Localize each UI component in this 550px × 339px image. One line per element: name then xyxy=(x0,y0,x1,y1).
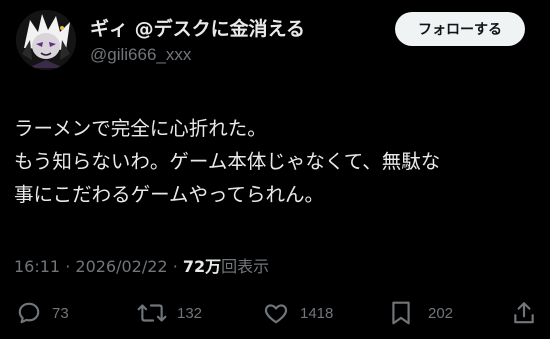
avatar-illustration xyxy=(16,10,76,70)
views-label: 回表示 xyxy=(221,257,270,276)
tweet-time[interactable]: 16:11 xyxy=(14,257,60,276)
tweet-line: ラーメンで完全に心折れた。 xyxy=(14,117,267,140)
bookmark-icon xyxy=(392,301,410,325)
bookmark-button[interactable]: 202 xyxy=(390,296,453,330)
repost-button[interactable]: 132 xyxy=(137,296,202,330)
share-button[interactable] xyxy=(512,296,536,330)
display-name[interactable]: ギィ @デスクに金消える xyxy=(90,14,305,41)
user-handle[interactable]: @gili666_xxx xyxy=(90,45,191,65)
repost-count: 132 xyxy=(177,304,203,322)
views-count: 72万 xyxy=(182,257,222,276)
tweet-line: もう知らないわ。ゲーム本体じゃなくて、無駄な xyxy=(14,150,441,173)
action-bar: 73 132 1418 202 xyxy=(0,296,550,330)
meta-separator: · xyxy=(172,257,178,276)
tweet-meta: 16:11 · 2026/02/22 · 72万回表示 xyxy=(14,253,269,277)
follow-button[interactable]: フォローする xyxy=(395,12,525,46)
reply-button[interactable]: 73 xyxy=(16,296,69,330)
tweet-text: ラーメンで完全に心折れた。 もう知らないわ。ゲーム本体じゃなくて、無駄な 事にこ… xyxy=(14,112,539,211)
reply-icon xyxy=(18,302,40,324)
like-count: 1418 xyxy=(300,304,334,322)
bookmark-count: 202 xyxy=(428,304,454,322)
repost-icon xyxy=(137,304,167,322)
avatar[interactable] xyxy=(16,10,76,70)
meta-separator: · xyxy=(65,257,71,276)
reply-count: 73 xyxy=(52,304,69,322)
like-button[interactable]: 1418 xyxy=(262,296,333,330)
share-icon xyxy=(514,302,534,324)
heart-icon xyxy=(264,304,288,324)
tweet-line: 事にこだわるゲームやってられん。 xyxy=(14,183,325,206)
tweet-date[interactable]: 2026/02/22 xyxy=(75,257,167,276)
